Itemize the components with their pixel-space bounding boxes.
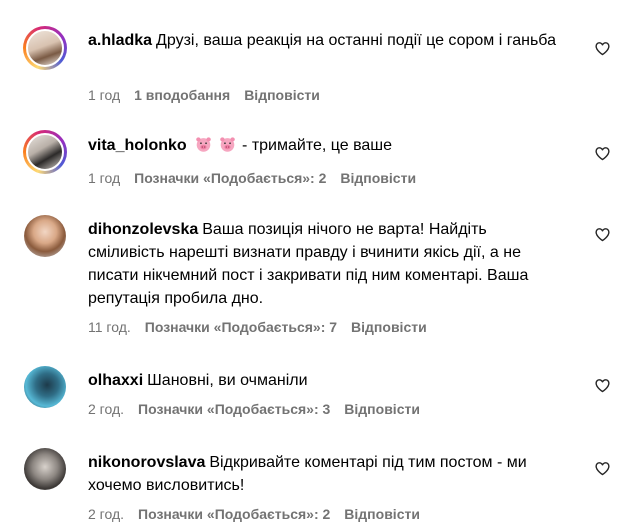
heart-outline-icon[interactable] [594,145,611,162]
comment-likes[interactable]: Позначки «Подобається»: 3 [138,401,330,417]
comment-text: - тримайте, це ваше [242,137,393,154]
comment-body: olhaxxi Шановні, ви очманіли [88,369,568,392]
avatar[interactable] [24,366,66,408]
comment-likes[interactable]: Позначки «Подобається»: 2 [138,506,330,522]
heart-outline-icon[interactable] [594,460,611,477]
comment-time[interactable]: 1 год [88,87,120,103]
comment-time[interactable]: 2 год. [88,401,124,417]
comment-username[interactable]: nikonorovslava [88,454,205,471]
comment-likes[interactable]: Позначки «Подобається»: 7 [145,319,337,335]
heart-outline-icon[interactable] [594,377,611,394]
comment-time[interactable]: 2 год. [88,506,124,522]
reply-button[interactable]: Відповісти [344,401,420,417]
comment-time[interactable]: 1 год [88,170,120,186]
avatar[interactable] [23,130,67,174]
pig-face-emoji [219,137,235,152]
comment-likes[interactable]: Позначки «Подобається»: 2 [134,170,326,186]
heart-outline-icon[interactable] [594,40,611,57]
comment-username[interactable]: dihonzolevska [88,221,198,238]
comment-meta: 2 год. Позначки «Подобається»: 3 Відпові… [88,401,420,417]
comment-body: vita_holonko - тримайте, це ваше [88,134,568,157]
heart-outline-icon[interactable] [594,226,611,243]
pig-face-emoji [196,137,211,152]
reply-button[interactable]: Відповісти [244,87,320,103]
comment-username[interactable]: olhaxxi [88,372,143,389]
comment-time[interactable]: 11 год. [88,319,131,335]
reply-button[interactable]: Відповісти [340,170,416,186]
comment-text: Друзі, ваша реакція на останні події це … [156,32,556,49]
comment-body: nikonorovslava Відкривайте коментарі під … [88,451,558,497]
comment-meta: 1 год 1 вподобання Відповісти [88,87,320,103]
comment-body: dihonzolevska Ваша позиція нічого не варт… [88,218,563,310]
comment-meta: 11 год. Позначки «Подобається»: 7 Відпов… [88,319,427,335]
avatar[interactable] [24,215,66,257]
comment-username[interactable]: a.hladka [88,32,152,49]
avatar[interactable] [23,26,67,70]
comment-text: Шановні, ви очманіли [147,372,308,389]
avatar[interactable] [24,448,66,490]
reply-button[interactable]: Відповісти [351,319,427,335]
comment-likes[interactable]: 1 вподобання [134,87,230,103]
comment-body: a.hladka Друзі, ваша реакція на останні п… [88,29,568,52]
comment-username[interactable]: vita_holonko [88,137,187,154]
comment-meta: 2 год. Позначки «Подобається»: 2 Відпові… [88,506,420,522]
comment-meta: 1 год Позначки «Подобається»: 2 Відповіс… [88,170,416,186]
reply-button[interactable]: Відповісти [344,506,420,522]
